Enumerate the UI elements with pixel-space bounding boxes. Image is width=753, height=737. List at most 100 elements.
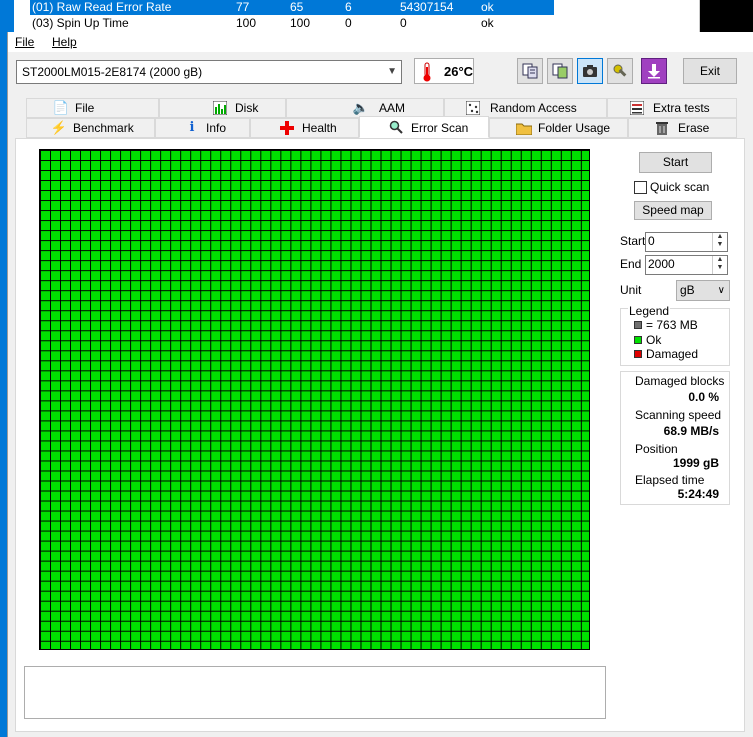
options-button[interactable] bbox=[607, 58, 633, 84]
error-scan-block-grid bbox=[39, 149, 590, 650]
folder-icon bbox=[516, 121, 532, 135]
tab-folder-usage[interactable]: Folder Usage bbox=[489, 118, 628, 138]
copy-text-button[interactable] bbox=[517, 58, 543, 84]
damaged-blocks-value: 0.0 % bbox=[688, 390, 719, 404]
elapsed-time-value: 5:24:49 bbox=[677, 487, 719, 501]
unit-select-value: gB bbox=[680, 283, 695, 297]
scanning-speed-value: 68.9 MB/s bbox=[663, 424, 719, 438]
damaged-blocks-label: Damaged blocks bbox=[635, 374, 725, 388]
start-button-label: Start bbox=[662, 155, 689, 169]
status-cell: ok bbox=[481, 16, 494, 30]
tab-aam[interactable]: 🔈 AAM bbox=[286, 98, 444, 118]
trash-icon bbox=[654, 121, 670, 135]
start-field[interactable]: 0 ▲ ▼ bbox=[645, 232, 728, 252]
drive-select[interactable]: ST2000LM015-2E8174 (2000 gB) ▼ bbox=[16, 60, 402, 84]
tab-label: Info bbox=[206, 121, 227, 135]
legend-block-swatch bbox=[634, 321, 642, 329]
end-field-value: 2000 bbox=[648, 257, 675, 271]
elapsed-time-label: Elapsed time bbox=[635, 473, 705, 487]
temperature-value: 26°C bbox=[444, 64, 474, 79]
attribute-cell: (01) Raw Read Error Rate bbox=[32, 0, 172, 14]
tab-erase[interactable]: Erase bbox=[628, 118, 737, 138]
data-cell: 0 bbox=[400, 16, 407, 30]
tab-error-scan[interactable]: Error Scan bbox=[359, 116, 489, 138]
exit-button[interactable]: Exit bbox=[683, 58, 737, 84]
start-field-label: Start bbox=[620, 234, 646, 248]
temperature-display: 26°C bbox=[414, 58, 474, 84]
tab-label: Erase bbox=[678, 121, 710, 135]
start-button[interactable]: Start bbox=[639, 152, 712, 173]
legend-damaged-label: Damaged bbox=[646, 347, 699, 361]
threshold-cell: 0 bbox=[345, 16, 352, 30]
menu-help-label: Help bbox=[52, 35, 77, 49]
status-cell: ok bbox=[481, 0, 494, 14]
tab-disk-monitor[interactable]: Disk monitor bbox=[159, 98, 286, 133]
chevron-down-icon: ∨ bbox=[717, 285, 725, 296]
tab-file-benchmark[interactable]: 📄 File Benchmark bbox=[26, 98, 159, 133]
unit-label: Unit bbox=[620, 283, 642, 297]
tab-label: Health bbox=[302, 121, 337, 135]
random-access-icon bbox=[465, 101, 481, 115]
tab-label: Extra tests bbox=[653, 101, 710, 115]
current-cell: 77 bbox=[236, 0, 250, 14]
table-row[interactable]: (01) Raw Read Error Rate 77 65 6 5430715… bbox=[30, 0, 554, 15]
tab-label: Folder Usage bbox=[538, 121, 611, 135]
copy-image-icon bbox=[552, 63, 568, 79]
menu-file-label: File bbox=[15, 35, 35, 49]
speaker-icon: 🔈 bbox=[352, 100, 370, 115]
drive-select-value: ST2000LM015-2E8174 (2000 gB) bbox=[22, 65, 203, 79]
copy-image-button[interactable] bbox=[547, 58, 573, 84]
tab-random-access[interactable]: Random Access bbox=[444, 98, 607, 118]
position-label: Position bbox=[635, 442, 678, 456]
tab-label: Error Scan bbox=[411, 121, 469, 135]
scanning-speed-label: Scanning speed bbox=[635, 408, 722, 422]
tab-health[interactable]: Health bbox=[250, 118, 359, 138]
menu-bar: File Help bbox=[8, 32, 753, 52]
health-cross-icon bbox=[279, 121, 295, 135]
spin-arrows-icon[interactable]: ▲ ▼ bbox=[712, 233, 727, 251]
threshold-cell: 6 bbox=[345, 0, 352, 14]
tab-info[interactable]: i Info bbox=[155, 118, 250, 138]
disk-monitor-icon bbox=[212, 101, 228, 115]
download-button[interactable] bbox=[641, 58, 667, 84]
tab-label: AAM bbox=[379, 101, 406, 115]
extra-tests-icon bbox=[629, 101, 645, 115]
position-value: 1999 gB bbox=[672, 456, 719, 470]
tab-label: Random Access bbox=[490, 101, 577, 115]
copy-text-icon bbox=[522, 63, 538, 79]
quick-scan-label: Quick scan bbox=[650, 180, 710, 194]
end-field[interactable]: 2000 ▲ ▼ bbox=[645, 255, 728, 275]
menu-help[interactable]: Help bbox=[52, 35, 77, 49]
wrench-icon bbox=[613, 64, 627, 77]
legend-ok-swatch bbox=[634, 336, 642, 344]
legend-ok-label: Ok bbox=[646, 333, 662, 347]
scan-log-box[interactable] bbox=[24, 666, 606, 719]
info-icon: i bbox=[189, 120, 195, 135]
thermometer-icon bbox=[423, 62, 431, 82]
spin-arrows-icon[interactable]: ▲ ▼ bbox=[712, 256, 727, 274]
data-cell: 54307154 bbox=[400, 0, 454, 14]
legend-block-size-label: = 763 MB bbox=[646, 318, 698, 332]
exit-button-label: Exit bbox=[699, 64, 720, 78]
download-arrow-icon bbox=[648, 64, 660, 79]
unit-select[interactable]: gB ∨ bbox=[676, 280, 730, 301]
tab-extra-tests[interactable]: Extra tests bbox=[607, 98, 737, 118]
tab-benchmark[interactable]: ⚡ Benchmark bbox=[26, 118, 155, 138]
camera-icon bbox=[583, 65, 597, 77]
quick-scan-checkbox[interactable] bbox=[634, 181, 647, 194]
main-window: File Help ST2000LM015-2E8174 (2000 gB) ▼… bbox=[7, 32, 753, 737]
magnifier-icon bbox=[388, 120, 404, 134]
screenshot-button[interactable] bbox=[577, 58, 603, 84]
end-field-label: End bbox=[620, 257, 642, 271]
speed-map-button-label: Speed map bbox=[642, 203, 704, 217]
benchmark-icon: ⚡ bbox=[50, 120, 68, 135]
chevron-down-icon: ▼ bbox=[387, 66, 397, 77]
file-benchmark-icon: 📄 bbox=[52, 100, 70, 115]
legend-damaged-swatch bbox=[634, 350, 642, 358]
legend-title: Legend bbox=[628, 304, 671, 318]
table-row[interactable]: (03) Spin Up Time 100 100 0 0 ok bbox=[30, 16, 554, 31]
worst-cell: 100 bbox=[290, 16, 311, 30]
current-cell: 100 bbox=[236, 16, 257, 30]
speed-map-button[interactable]: Speed map bbox=[634, 201, 712, 220]
menu-file[interactable]: File bbox=[15, 35, 34, 49]
